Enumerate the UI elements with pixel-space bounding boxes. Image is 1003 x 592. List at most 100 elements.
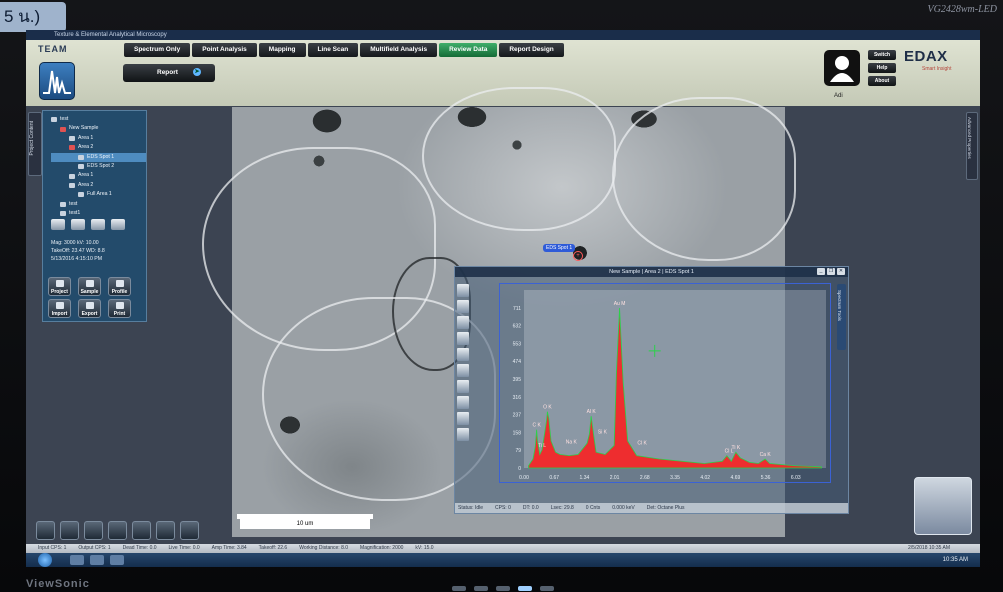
spectrum-window[interactable]: New Sample | Area 2 | EDS Spot 1 _ ❐ ✕ S…: [454, 266, 849, 514]
tree-tool-button[interactable]: [71, 219, 85, 230]
peak-label[interactable]: Ca K: [760, 452, 772, 458]
peak-label[interactable]: Al K: [587, 409, 597, 415]
peak-label[interactable]: C K: [532, 423, 541, 429]
folder-icon[interactable]: [90, 555, 104, 565]
y-tick-label: 316: [513, 395, 522, 401]
status-field: CPS: 0: [495, 505, 511, 511]
detector-thumbnail[interactable]: [914, 477, 972, 535]
status-field: 0 Cnts: [585, 505, 601, 511]
spectrum-tool-icon[interactable]: [457, 316, 469, 329]
tree-item[interactable]: Area 1: [51, 134, 146, 143]
spectrum-tools-tab[interactable]: Spectrum Tools: [837, 284, 846, 350]
spectrum-tool-icon[interactable]: [457, 412, 469, 425]
peak-label[interactable]: Cl K: [637, 441, 647, 447]
camera-icon[interactable]: [156, 521, 175, 540]
tab-mapping[interactable]: Mapping: [258, 43, 306, 57]
spectrum-plot[interactable]: 711 632 553 474 395 316 237 158 79 0 0.00 0.67 1.34 2…: [499, 283, 831, 483]
image-tool-button[interactable]: [36, 521, 55, 540]
tree-item[interactable]: test1: [51, 209, 146, 218]
tree-item[interactable]: test: [51, 115, 146, 124]
tree-item-label: test: [60, 116, 69, 122]
tree-item[interactable]: Full Area 1: [51, 190, 146, 199]
info-line: Mag: 3000 kV: 10.00: [51, 240, 99, 246]
sample-icon: [86, 280, 94, 287]
tree-item[interactable]: Area 1: [51, 171, 146, 180]
peak-label[interactable]: O K: [543, 405, 552, 411]
tab-report-design[interactable]: Report Design: [499, 43, 564, 57]
image-tool-button[interactable]: [132, 521, 151, 540]
tree-tool-button[interactable]: [111, 219, 125, 230]
import-button[interactable]: Import: [48, 299, 71, 318]
spectrum-tool-icon[interactable]: [457, 364, 469, 377]
start-button[interactable]: [38, 553, 52, 567]
monitor-button[interactable]: [540, 586, 554, 591]
spectrum-tool-icon[interactable]: [457, 348, 469, 361]
tree-item-label: Full Area 1: [87, 191, 112, 198]
restore-icon[interactable]: ❐: [827, 268, 835, 275]
footer-stat: Magnification: 2000: [360, 545, 404, 551]
about-button[interactable]: About: [868, 76, 896, 86]
profile-button-label: Profile: [111, 289, 128, 295]
tree-item[interactable]: EDS Spot 1: [51, 152, 146, 162]
tab-spectrum-only[interactable]: Spectrum Only: [124, 43, 191, 57]
report-button[interactable]: Report ➤: [123, 64, 215, 82]
spectrum-tool-icon[interactable]: [457, 396, 469, 409]
help-button[interactable]: Help: [868, 63, 896, 73]
image-tool-button[interactable]: [60, 521, 79, 540]
app-icon[interactable]: [110, 555, 124, 565]
spectrum-tool-icon[interactable]: [457, 428, 469, 441]
peak-label[interactable]: Au M: [614, 301, 626, 307]
tree-item[interactable]: EDS Spot 2: [51, 162, 146, 171]
area-icon: [69, 135, 75, 141]
project-content-tab[interactable]: Project Content: [28, 112, 42, 176]
window-title: Texture & Elemental Analytical Microscop…: [26, 30, 980, 40]
print-button[interactable]: Print: [108, 299, 131, 318]
user-avatar[interactable]: [824, 50, 860, 86]
peak-label[interactable]: Si K: [598, 429, 608, 435]
tree-tool-button[interactable]: [51, 219, 65, 230]
info-line: TakeOff: 23.47 WD: 8.8: [51, 248, 105, 255]
minimize-icon[interactable]: _: [817, 268, 825, 275]
tree-item[interactable]: Area 2: [51, 181, 146, 190]
tree-item[interactable]: New Sample: [51, 124, 146, 133]
search-icon[interactable]: [180, 521, 199, 540]
tab-multifield-analysis[interactable]: Multifield Analysis: [360, 43, 438, 57]
profile-button[interactable]: Profile: [108, 277, 131, 296]
monitor-button[interactable]: [452, 586, 466, 591]
spectrum-tool-icon[interactable]: [457, 380, 469, 393]
spot-marker-icon[interactable]: +: [573, 251, 583, 261]
monitor-button[interactable]: [474, 586, 488, 591]
tab-line-scan[interactable]: Line Scan: [307, 43, 359, 57]
team-logo-icon[interactable]: [39, 62, 75, 100]
sample-button-label: Sample: [80, 289, 99, 295]
image-tool-button[interactable]: [84, 521, 103, 540]
tab-point-analysis[interactable]: Point Analysis: [192, 43, 257, 57]
peak-label[interactable]: Ti K: [731, 445, 740, 451]
tree-item[interactable]: test: [51, 200, 146, 209]
tree-item[interactable]: Area 2: [51, 143, 146, 152]
y-tick-label: 711: [513, 306, 521, 312]
advanced-properties-tab[interactable]: Advanced Properties: [966, 112, 978, 180]
sample-icon: [60, 211, 66, 217]
export-button[interactable]: Export: [78, 299, 101, 318]
zoom-fit-icon[interactable]: [457, 284, 469, 297]
spectrum-icon: [78, 154, 84, 160]
y-tick-label: 395: [513, 377, 522, 383]
spectrum-tool-icon[interactable]: [457, 332, 469, 345]
image-tool-button[interactable]: [108, 521, 127, 540]
tree-tool-button[interactable]: [91, 219, 105, 230]
peak-label[interactable]: Ti L: [538, 443, 546, 449]
monitor-button[interactable]: [496, 586, 510, 591]
monitor-brand: ViewSonic: [26, 578, 90, 590]
spectrum-tool-icon[interactable]: [457, 300, 469, 313]
project-button[interactable]: Project: [48, 277, 71, 296]
close-icon[interactable]: ✕: [837, 268, 845, 275]
browser-icon[interactable]: [70, 555, 84, 565]
tab-review-data[interactable]: Review Data: [439, 43, 498, 57]
eds-spot-label[interactable]: EDS Spot 1: [543, 244, 576, 252]
project-icon: [56, 280, 64, 287]
power-button[interactable]: [518, 586, 532, 591]
switch-user-button[interactable]: Switch User: [868, 50, 896, 68]
sample-button[interactable]: Sample: [78, 277, 101, 296]
peak-label[interactable]: Na K: [566, 440, 578, 446]
